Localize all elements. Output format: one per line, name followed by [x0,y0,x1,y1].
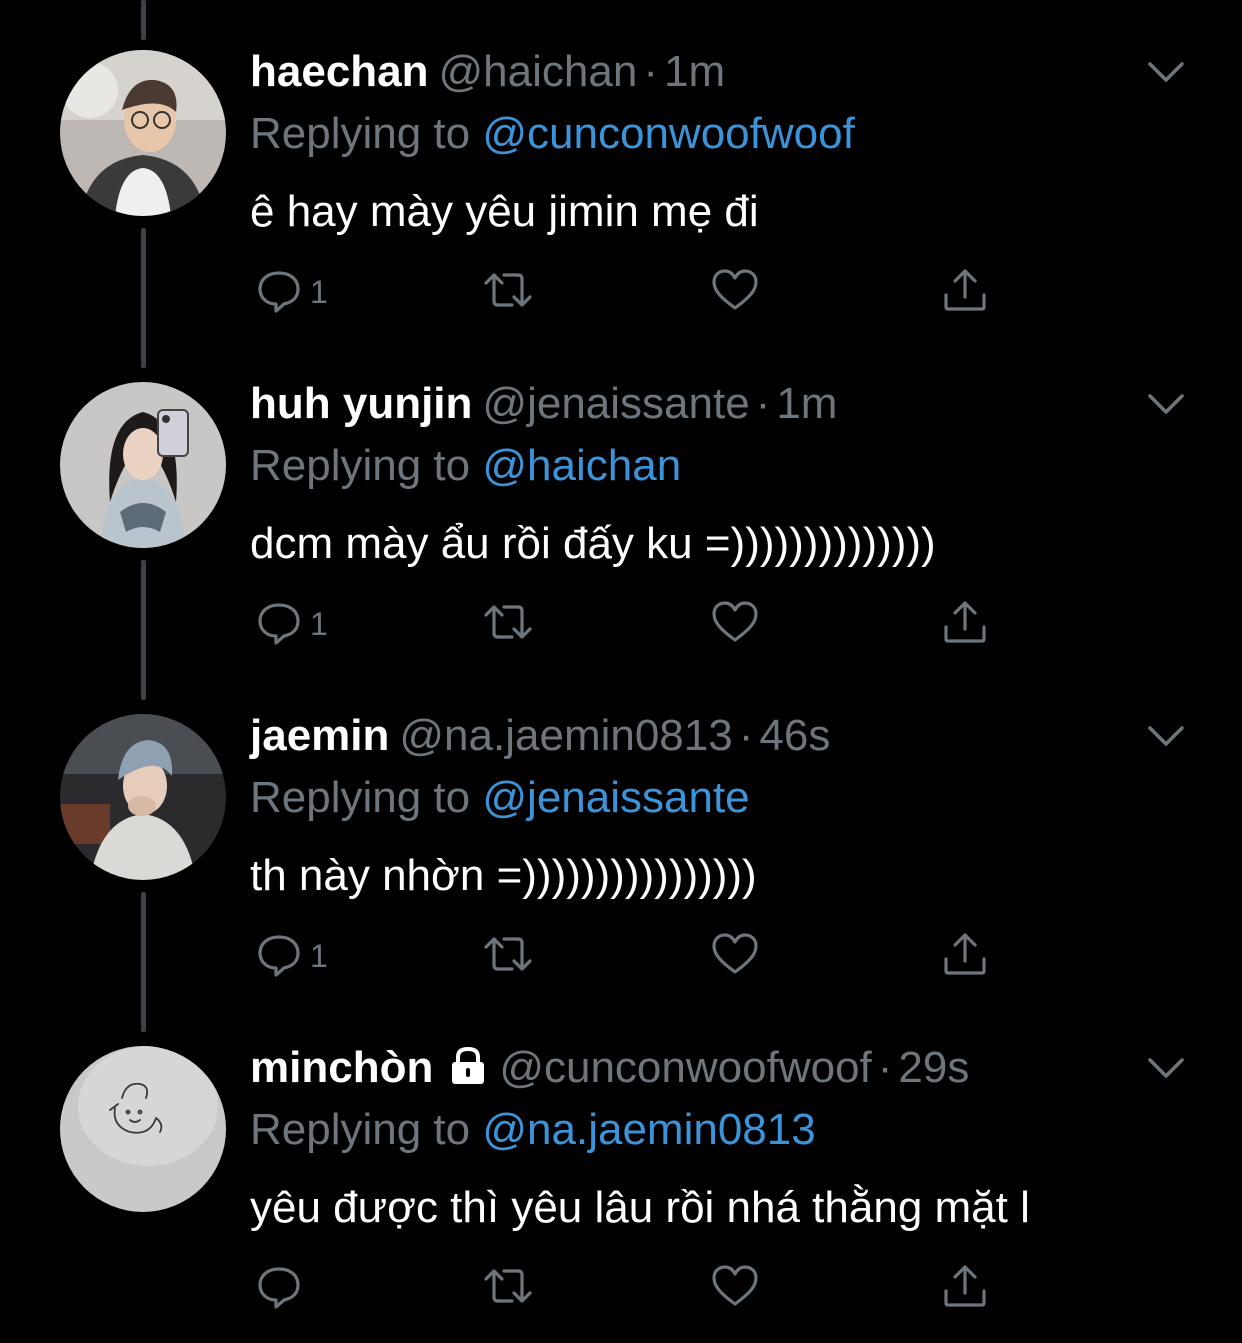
tweet-text: th này nhờn =)))))))))))))))) [250,851,757,900]
tweet[interactable]: minchòn @cunconwoofwoof · 29s Replying to @… [0,996,1242,1328]
chevron-down-icon[interactable] [1146,58,1186,86]
mention-link[interactable]: @haichan [482,441,681,490]
display-name[interactable]: huh yunjin [250,379,472,428]
username[interactable]: @na.jaemin0813 [399,711,732,760]
chevron-down-icon[interactable] [1146,722,1186,750]
share-button[interactable] [940,264,990,320]
avatar[interactable] [60,382,226,548]
avatar[interactable] [60,50,226,216]
tweet-header: jaemin @na.jaemin0813 · 46s [250,708,830,764]
like-button[interactable] [710,264,760,320]
retweet-icon [480,597,536,652]
avatar[interactable] [60,714,226,880]
display-name[interactable]: haechan [250,47,429,96]
retweet-icon [480,265,536,320]
share-icon [940,597,990,652]
share-icon [940,265,990,320]
replying-to: Replying to @haichan [250,438,681,494]
retweet-icon [480,1261,536,1316]
reply-icon [254,265,304,320]
chevron-down-icon[interactable] [1146,390,1186,418]
tweet-text: yêu được thì yêu lâu rồi nhá thằng mặt l [250,1183,1030,1232]
timestamp[interactable]: 46s [759,711,830,760]
reply-icon [254,597,304,652]
timestamp[interactable]: 29s [898,1043,969,1092]
retweet-button[interactable] [480,1260,536,1316]
username[interactable]: @haichan [439,47,638,96]
username[interactable]: @cunconwoofwoof [499,1043,871,1092]
separator-dot: · [877,1043,893,1092]
reply-icon [254,929,304,984]
display-name[interactable]: minchòn [250,1043,433,1092]
heart-icon [710,597,760,652]
tweet-actions [254,1260,1014,1316]
share-button[interactable] [940,596,990,652]
lock-icon [447,1044,489,1100]
retweet-button[interactable] [480,596,536,652]
tweet-actions: 1 [254,264,1014,320]
share-button[interactable] [940,1260,990,1316]
retweet-button[interactable] [480,264,536,320]
chevron-down-icon[interactable] [1146,1054,1186,1082]
replying-to-label: Replying to [250,109,471,158]
separator-dot: · [738,711,754,760]
avatar[interactable] [60,1046,226,1212]
replying-to: Replying to @jenaissante [250,770,750,826]
tweet-text: ê hay mày yêu jimin mẹ đi [250,187,759,236]
display-name[interactable]: jaemin [250,711,389,760]
mention-link[interactable]: @cunconwoofwoof [482,109,854,158]
reply-count: 1 [310,937,328,974]
replying-to-label: Replying to [250,773,471,822]
tweet-header: minchòn @cunconwoofwoof · 29s [250,1040,969,1100]
tweet-header: haechan @haichan · 1m [250,44,725,100]
separator-dot: · [643,47,658,96]
like-button[interactable] [710,928,760,984]
reply-button[interactable] [254,1260,310,1316]
share-icon [940,929,990,984]
tweet-actions: 1 [254,928,1014,984]
tweet-text: dcm mày ẩu rồi đấy ku =)))))))))))))) [250,519,936,568]
share-button[interactable] [940,928,990,984]
replying-to: Replying to @na.jaemin0813 [250,1102,816,1158]
tweet[interactable]: jaemin @na.jaemin0813 · 46s Replying to @je… [0,664,1242,996]
heart-icon [710,929,760,984]
reply-count: 1 [310,605,328,642]
retweet-icon [480,929,536,984]
replying-to-label: Replying to [250,441,471,490]
replying-to-label: Replying to [250,1105,471,1154]
reply-button[interactable]: 1 [254,596,328,652]
like-button[interactable] [710,596,760,652]
tweet[interactable]: haechan @haichan · 1m Replying to @cunconwo… [0,0,1242,332]
reply-count: 1 [310,273,328,310]
share-icon [940,1261,990,1316]
mention-link[interactable]: @jenaissante [482,773,749,822]
tweet-actions: 1 [254,596,1014,652]
reply-icon [254,1261,304,1316]
timestamp[interactable]: 1m [664,47,725,96]
username[interactable]: @jenaissante [482,379,749,428]
heart-icon [710,1261,760,1316]
timestamp[interactable]: 1m [776,379,837,428]
replying-to: Replying to @cunconwoofwoof [250,106,855,162]
mention-link[interactable]: @na.jaemin0813 [482,1105,815,1154]
tweet[interactable]: huh yunjin @jenaissante · 1m Replying to @h… [0,332,1242,664]
like-button[interactable] [710,1260,760,1316]
separator-dot: · [755,379,771,428]
reply-button[interactable]: 1 [254,264,328,320]
retweet-button[interactable] [480,928,536,984]
heart-icon [710,265,760,320]
reply-button[interactable]: 1 [254,928,328,984]
tweet-header: huh yunjin @jenaissante · 1m [250,376,837,432]
